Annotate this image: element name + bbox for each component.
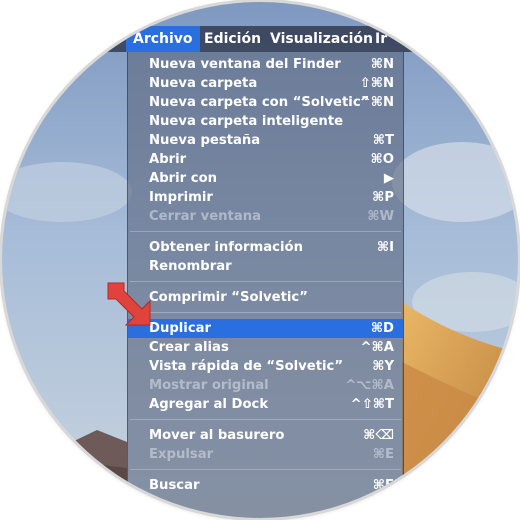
menu-bar: Archivo Edición Visualización Ir: [2, 26, 518, 52]
archivo-dropdown-menu: Nueva ventana del Finder ⌘N Nueva carpet…: [127, 52, 404, 518]
menu-item-label: Nueva pestaña: [149, 133, 261, 148]
menu-separator: [130, 281, 401, 282]
menu-item-crear-alias[interactable]: Crear alias ^⌘A: [128, 338, 403, 357]
menu-item-label: Agregar al Dock: [149, 397, 269, 412]
menu-item-expulsar: Expulsar ⌘E: [128, 445, 403, 464]
menu-item-abrir-con[interactable]: Abrir con ▶: [128, 169, 403, 188]
menu-archivo[interactable]: Archivo: [126, 26, 200, 52]
menu-item-comprimir[interactable]: Comprimir “Solvetic”: [128, 288, 403, 307]
menu-item-label: Nueva ventana del Finder: [149, 57, 341, 72]
menu-item-nueva-carpeta[interactable]: Nueva carpeta ⇧⌘N: [128, 74, 403, 93]
shortcut-label: ⌘E: [372, 447, 394, 462]
menu-item-label: Comprimir “Solvetic”: [149, 290, 308, 305]
menu-item-label: Obtener información: [149, 240, 303, 255]
shortcut-label: ⇧⌘N: [359, 76, 394, 91]
menu-item-label: Vista rápida de “Solvetic”: [149, 359, 344, 374]
menu-item-label: Expulsar: [149, 447, 214, 462]
shortcut-label: ⌘P: [372, 190, 394, 205]
menu-item-agregar-al-dock[interactable]: Agregar al Dock ^⇧⌘T: [128, 395, 403, 414]
submenu-arrow-icon: ▶: [383, 171, 394, 186]
menu-item-mover-al-basurero[interactable]: Mover al basurero ⌘⌫: [128, 426, 403, 445]
menu-visualizacion[interactable]: Visualización: [263, 26, 380, 52]
shortcut-label: ⌘T: [372, 133, 394, 148]
menu-item-label: Nueva carpeta inteligente: [149, 114, 344, 129]
menu-separator: [130, 231, 401, 232]
shortcut-label: ^⇧⌘T: [350, 397, 394, 412]
menu-item-label: Renombrar: [149, 259, 232, 274]
menu-item-buscar[interactable]: Buscar ⌘F: [128, 476, 403, 495]
menu-item-nueva-pestana[interactable]: Nueva pestaña ⌘T: [128, 131, 403, 150]
shortcut-label: ⌘Y: [372, 359, 394, 374]
shortcut-label: ⌘F: [372, 478, 394, 493]
shortcut-label: ⌘N: [370, 57, 394, 72]
menu-item-obtener-informacion[interactable]: Obtener información ⌘I: [128, 238, 403, 257]
menu-item-renombrar[interactable]: Renombrar: [128, 257, 403, 276]
menu-item-label: Cerrar ventana: [149, 209, 262, 224]
menu-item-cerrar-ventana: Cerrar ventana ⌘W: [128, 207, 403, 226]
menu-item-vista-rapida[interactable]: Vista rápida de “Solvetic” ⌘Y: [128, 357, 403, 376]
menu-item-nueva-ventana[interactable]: Nueva ventana del Finder ⌘N: [128, 55, 403, 74]
magnified-view: Archivo Edición Visualización Ir Nueva v…: [2, 2, 518, 518]
menu-item-label: Nueva carpeta: [149, 76, 258, 91]
menu-separator: [130, 419, 401, 420]
menu-item-label: Mover al basurero: [149, 428, 285, 443]
shortcut-label: ⌘I: [376, 240, 394, 255]
menu-item-nueva-carpeta-inteligente[interactable]: Nueva carpeta inteligente: [128, 112, 403, 131]
menu-edicion[interactable]: Edición: [197, 26, 268, 52]
menu-item-label: Nueva carpeta con “Solvetic”: [149, 95, 370, 110]
menu-item-nueva-carpeta-con-seleccion[interactable]: Nueva carpeta con “Solvetic” ^⌘N: [128, 93, 403, 112]
menu-item-label: Mostrar original: [149, 378, 269, 393]
red-arrow-icon: [107, 282, 151, 326]
menu-item-mostrar-original: Mostrar original ^⌥⌘A: [128, 376, 403, 395]
menu-item-label: Abrir: [149, 152, 187, 167]
menu-item-abrir[interactable]: Abrir ⌘O: [128, 150, 403, 169]
menu-separator: [130, 312, 401, 313]
menu-item-label: Crear alias: [149, 340, 229, 355]
shortcut-label: ^⌥⌘A: [345, 378, 394, 393]
menu-ir[interactable]: Ir: [368, 26, 394, 52]
menu-item-label: Buscar: [149, 478, 200, 493]
menu-item-label: Abrir con: [149, 171, 218, 186]
menu-item-duplicar[interactable]: Duplicar ⌘D: [128, 319, 403, 338]
shortcut-label: ⌘O: [370, 152, 394, 167]
shortcut-label: ^⌘N: [359, 95, 394, 110]
shortcut-label: ⌘⌫: [363, 428, 394, 443]
menu-item-imprimir[interactable]: Imprimir ⌘P: [128, 188, 403, 207]
shortcut-label: ⌘W: [367, 209, 394, 224]
shortcut-label: ⌘D: [370, 321, 394, 336]
menu-separator: [130, 469, 401, 470]
shortcut-label: ^⌘A: [360, 340, 395, 355]
menu-item-label: Imprimir: [149, 190, 213, 205]
